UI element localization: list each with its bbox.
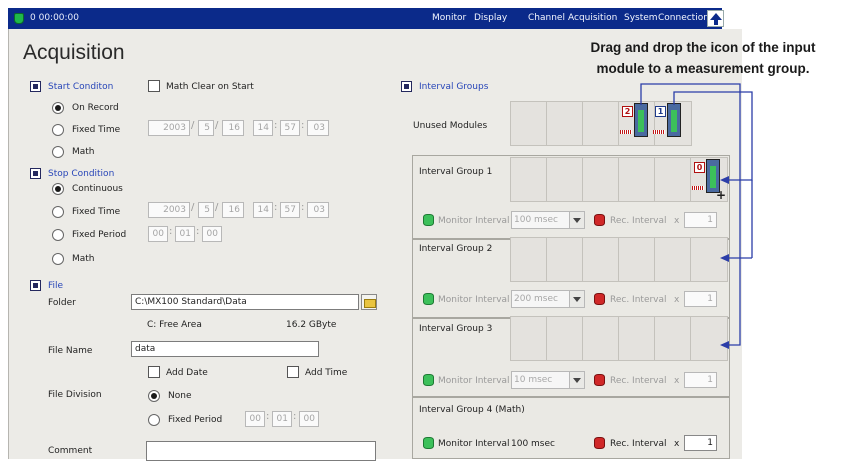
callout-line [640, 83, 741, 346]
arrowhead-icon [720, 176, 729, 184]
arrowhead-icon [720, 254, 729, 262]
arrowhead-icon [720, 341, 729, 349]
callout-arrows [640, 83, 753, 349]
